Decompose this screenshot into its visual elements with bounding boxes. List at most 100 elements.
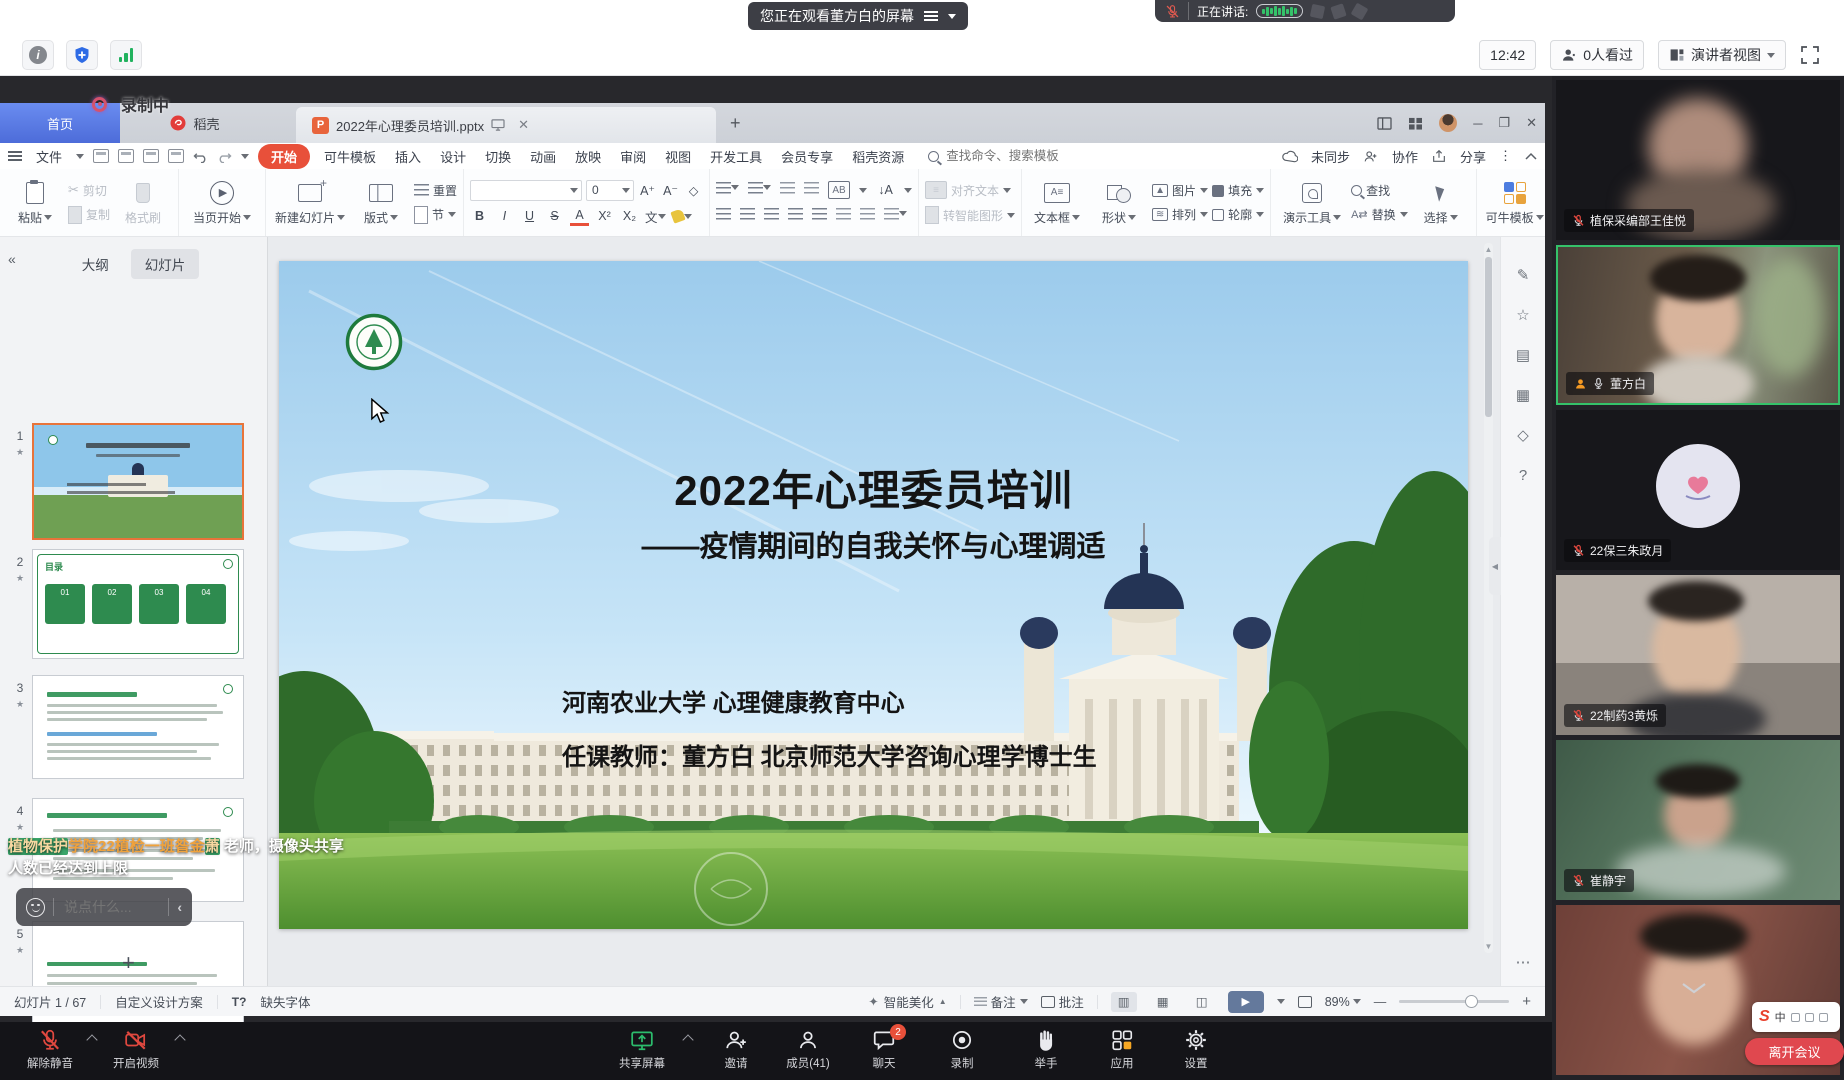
para-spacing-after-button[interactable] (860, 207, 875, 225)
menu-start[interactable]: 开始 (258, 144, 310, 169)
slide-thumbnail-2[interactable]: 目录 01 02 03 04 (32, 549, 244, 659)
banner-menu-icon[interactable] (924, 11, 938, 21)
zoom-slider-knob[interactable] (1465, 995, 1478, 1008)
info-button[interactable]: i (22, 40, 54, 70)
arrange-button[interactable]: ≋排列 (1152, 206, 1208, 223)
new-tab-button[interactable]: + (730, 113, 741, 134)
find-button[interactable]: 查找 (1351, 182, 1408, 199)
chat-button[interactable]: 2 聊天 (848, 1028, 920, 1071)
start-video-button[interactable]: 开启视频 (100, 1028, 172, 1071)
smart-graphic-button[interactable]: 转智能图形 (925, 206, 1015, 224)
tab-outline[interactable]: 大纲 (68, 249, 123, 279)
comments-button[interactable]: 批注 (1041, 992, 1084, 1011)
invite-button[interactable]: 邀请 (700, 1028, 772, 1071)
menu-view[interactable]: 视图 (660, 147, 696, 166)
design-scheme[interactable]: 自定义设计方案 (115, 992, 203, 1011)
export-icon[interactable] (118, 149, 134, 163)
undo-icon[interactable] (193, 150, 208, 163)
mic-options-chevron[interactable] (86, 1034, 97, 1045)
participant-tile[interactable]: 崔静宇 (1556, 740, 1840, 900)
underline-button[interactable]: U (520, 207, 539, 226)
hamburger-icon[interactable] (8, 151, 22, 161)
viewer-count-button[interactable]: 0人看过 (1550, 40, 1644, 70)
missing-font-label[interactable]: 缺失字体 (260, 992, 310, 1011)
close-tab-icon[interactable]: ✕ (518, 117, 529, 133)
para-spacing-before-button[interactable] (836, 207, 851, 225)
shape-pane-icon[interactable]: ◇ (1513, 425, 1533, 445)
favorite-icon[interactable]: ☆ (1513, 305, 1533, 325)
sync-status[interactable]: 未同步 (1311, 147, 1350, 166)
clear-format-button[interactable]: ◇ (684, 181, 703, 200)
zoom-level[interactable]: 89% (1325, 995, 1361, 1009)
present-monitor-icon[interactable] (491, 119, 505, 131)
emoji-icon[interactable] (26, 898, 45, 917)
preview-icon[interactable] (168, 149, 184, 163)
slide-thumbnail-1[interactable] (32, 423, 244, 540)
align-right-button[interactable] (764, 207, 779, 225)
strike-button[interactable]: S (545, 207, 564, 226)
ime-icon[interactable] (1791, 1013, 1800, 1022)
beautify-button[interactable]: ✦智能美化▲ (868, 992, 946, 1011)
fill-button[interactable]: 填充 (1212, 182, 1264, 199)
picture-button[interactable]: ▲图片 (1152, 182, 1208, 199)
participant-tile[interactable]: 22保三朱政月 (1556, 410, 1840, 570)
clipboard-pane-icon[interactable]: ▤ (1513, 345, 1533, 365)
members-button[interactable]: 成员(41) (772, 1028, 844, 1071)
user-avatar[interactable] (1439, 114, 1457, 132)
participant-tile[interactable]: 植保采编部王佳悦 (1556, 80, 1840, 240)
textbox-button[interactable]: A≡文本框 (1028, 180, 1086, 226)
align-text-button[interactable]: ≡对齐文本 (925, 181, 1015, 199)
style-brush-icon[interactable]: ✎ (1513, 265, 1533, 285)
view-mode-select[interactable]: 演讲者视图 (1658, 40, 1786, 70)
more-tools-icon[interactable]: ⋯ (1513, 952, 1533, 972)
record-button[interactable]: 录制 (926, 1028, 998, 1071)
chat-collapse-icon[interactable]: ‹ (177, 899, 182, 915)
menu-slideshow[interactable]: 放映 (570, 147, 606, 166)
watching-banner[interactable]: 您正在观看董方白的屏幕 (748, 2, 968, 30)
menu-animation[interactable]: 动画 (525, 147, 561, 166)
slideshow-play-button[interactable]: ▶ (1228, 991, 1264, 1013)
section-button[interactable]: 节 (414, 206, 457, 224)
command-search[interactable] (928, 148, 1094, 164)
font-name-select[interactable] (470, 180, 582, 201)
subscript-button[interactable]: X₂ (620, 207, 639, 226)
restore-window-icon[interactable]: ❐ (1498, 115, 1510, 131)
unmute-button[interactable]: 解除静音 (14, 1028, 86, 1071)
reset-button[interactable]: 重置 (414, 182, 457, 199)
present-tools-button[interactable]: 演示工具 (1277, 180, 1347, 226)
increase-font-button[interactable]: A⁺ (638, 181, 657, 200)
single-window-icon[interactable] (1377, 117, 1392, 130)
scroll-up-icon[interactable]: ▲ (1484, 245, 1493, 254)
protect-button[interactable] (66, 40, 98, 70)
apps-grid-icon[interactable] (1408, 117, 1423, 130)
participant-tile-speaking[interactable]: 董方白 (1556, 245, 1840, 405)
highlight-button[interactable] (672, 207, 692, 226)
add-slide-button[interactable]: + (122, 950, 135, 976)
replace-button[interactable]: A⇄替换 (1351, 206, 1408, 223)
menu-docer-res[interactable]: 稻壳资源 (847, 147, 909, 166)
format-painter-button[interactable]: 格式刷 (114, 180, 172, 226)
menu-insert[interactable]: 插入 (390, 147, 426, 166)
zoom-out-icon[interactable]: — (1374, 995, 1387, 1009)
print-icon[interactable] (143, 149, 159, 163)
settings-button[interactable]: 设置 (1160, 1028, 1232, 1071)
play-current-button[interactable]: ▶当页开始 (185, 180, 259, 226)
line-height-button[interactable] (884, 207, 907, 225)
network-button[interactable] (110, 40, 142, 70)
share-options-chevron[interactable] (682, 1034, 693, 1045)
bold-button[interactable]: B (470, 207, 489, 226)
minimize-window-icon[interactable]: ─ (1473, 116, 1482, 131)
layout-button[interactable]: 版式 (352, 180, 410, 226)
redo-icon[interactable] (217, 150, 232, 163)
justify-button[interactable] (788, 207, 803, 225)
chat-input-bar[interactable]: ‹ (16, 888, 192, 926)
cut-button[interactable]: ✂剪切 (68, 182, 110, 199)
increase-indent-button[interactable] (804, 181, 819, 199)
copy-button[interactable]: 复制 (68, 206, 110, 224)
collapse-ribbon-icon[interactable] (1525, 152, 1537, 160)
reading-view-icon[interactable]: ◫ (1189, 992, 1215, 1012)
select-button[interactable]: 选择 (1412, 180, 1470, 226)
bullets-button[interactable] (716, 181, 739, 199)
more-menu-icon[interactable]: ⋮ (1499, 148, 1512, 164)
menu-design[interactable]: 设计 (435, 147, 471, 166)
